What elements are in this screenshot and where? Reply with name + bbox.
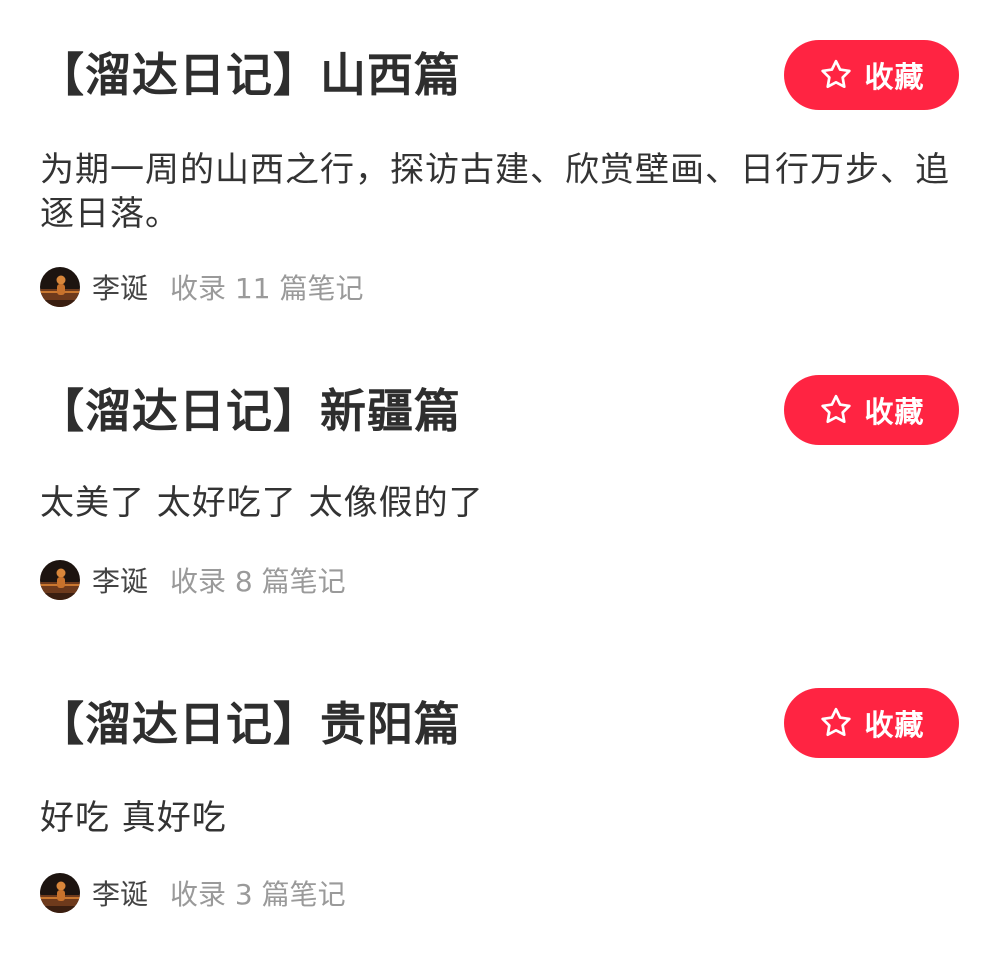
collect-button-label: 收藏 (864, 395, 925, 429)
collection-title[interactable]: 【溜达日记】贵阳篇 (38, 693, 461, 755)
collection-meta: 李诞 收录 11 篇笔记 (40, 266, 363, 308)
collection-card[interactable]: 【溜达日记】新疆篇 收藏 太美了 太好吃了 太像假的了 李诞 收录 8 篇笔记 (0, 335, 1000, 635)
author-name[interactable]: 李诞 (92, 873, 148, 913)
collection-title[interactable]: 【溜达日记】新疆篇 (38, 380, 461, 442)
author-name[interactable]: 李诞 (92, 560, 148, 600)
collect-button-label: 收藏 (864, 708, 925, 742)
collection-description: 太美了 太好吃了 太像假的了 (40, 483, 484, 523)
note-count: 收录 3 篇笔记 (170, 878, 346, 911)
collection-title[interactable]: 【溜达日记】山西篇 (38, 44, 461, 106)
collect-button[interactable]: 收藏 (784, 375, 959, 445)
star-outline-icon (821, 394, 852, 424)
collection-meta: 李诞 收录 3 篇笔记 (40, 872, 346, 914)
user-avatar[interactable] (40, 560, 80, 600)
star-outline-icon (821, 707, 852, 737)
user-avatar[interactable] (40, 267, 80, 307)
collection-card[interactable]: 【溜达日记】山西篇 收藏 为期一周的山西之行，探访古建、欣赏壁画、日行万步、追逐… (0, 0, 1000, 307)
author-name[interactable]: 李诞 (92, 267, 148, 307)
collect-button-label: 收藏 (864, 60, 925, 94)
collection-description: 为期一周的山西之行，探访古建、欣赏壁画、日行万步、追逐日落。 (40, 150, 950, 234)
collection-description: 好吃 真好吃 (40, 798, 227, 838)
note-count: 收录 8 篇笔记 (170, 565, 346, 598)
user-avatar[interactable] (40, 873, 80, 913)
collect-button[interactable]: 收藏 (784, 40, 959, 110)
collection-list: 【溜达日记】山西篇 收藏 为期一周的山西之行，探访古建、欣赏壁画、日行万步、追逐… (0, 0, 1000, 961)
collect-button[interactable]: 收藏 (784, 688, 959, 758)
collection-meta: 李诞 收录 8 篇笔记 (40, 559, 346, 601)
note-count: 收录 11 篇笔记 (170, 272, 364, 305)
star-outline-icon (821, 59, 852, 89)
collection-card[interactable]: 【溜达日记】贵阳篇 收藏 好吃 真好吃 李诞 收录 3 篇笔记 (0, 648, 1000, 948)
